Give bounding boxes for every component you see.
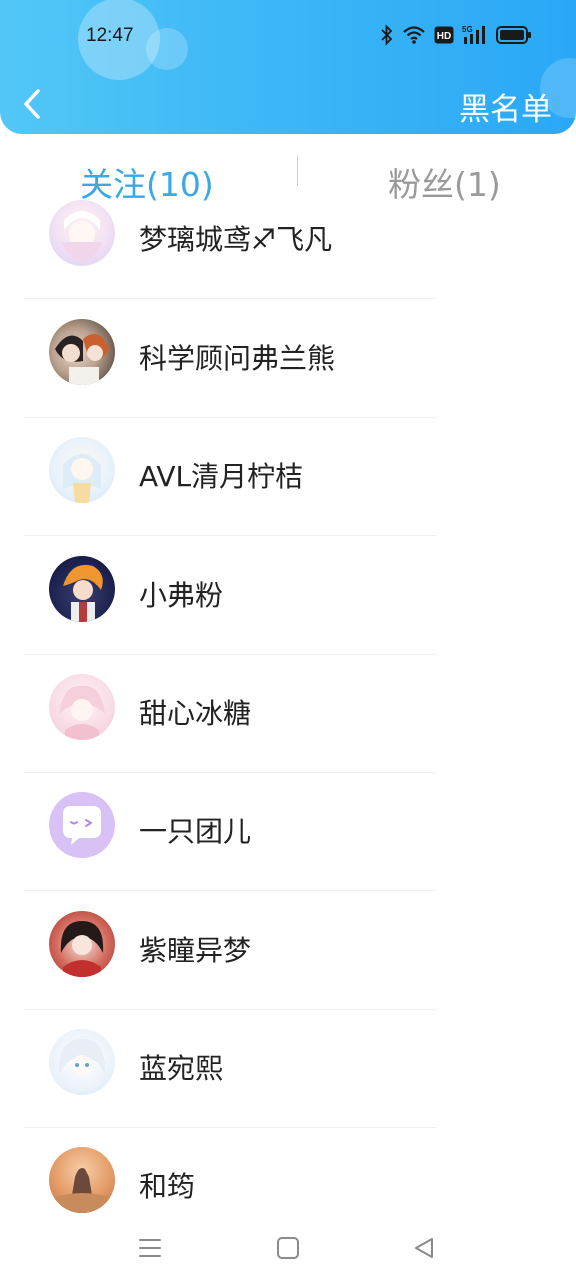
list-item[interactable]: 蓝宛熙 <box>0 1009 576 1128</box>
system-navbar <box>0 1216 576 1280</box>
avatar <box>49 1029 115 1095</box>
avatar <box>49 319 115 385</box>
avatar <box>49 792 115 858</box>
blacklist-button[interactable]: 黑名单 <box>459 84 552 129</box>
back-triangle-icon <box>415 1238 433 1258</box>
menu-button[interactable] <box>136 1234 164 1262</box>
battery-icon <box>496 26 531 44</box>
user-name: 一只团儿 <box>139 815 252 848</box>
5g-signal-icon: 5G <box>462 25 485 44</box>
list-item[interactable]: 科学顾问弗兰熊 <box>0 299 576 418</box>
avatar <box>49 437 115 503</box>
decor-bubble <box>146 28 188 70</box>
avatar <box>49 200 115 266</box>
user-name: 和筠 <box>139 1170 196 1203</box>
bluetooth-icon <box>381 24 393 46</box>
system-back-button[interactable] <box>410 1234 438 1262</box>
status-icons: HD 5G <box>380 24 532 46</box>
avatar <box>49 556 115 622</box>
user-name: 科学顾问弗兰熊 <box>139 342 336 375</box>
home-button[interactable] <box>274 1234 302 1262</box>
svg-text:HD: HD <box>437 31 451 42</box>
chevron-left-icon <box>24 89 40 119</box>
user-name: 小弗粉 <box>139 579 224 612</box>
list-item[interactable]: 梦璃城鸢♐飞凡 <box>0 180 576 299</box>
user-name: 甜心冰糖 <box>139 697 252 730</box>
avatar <box>49 911 115 977</box>
wifi-icon <box>403 26 425 44</box>
hd-icon: HD <box>434 26 454 44</box>
list-item[interactable]: 甜心冰糖 <box>0 654 576 773</box>
user-name: 紫瞳异梦 <box>139 934 252 967</box>
home-square-icon <box>277 1237 299 1259</box>
list-item[interactable]: 小弗粉 <box>0 536 576 655</box>
user-name: AVL清月柠桔 <box>139 460 304 493</box>
purple-chat-bubble-icon <box>63 806 101 845</box>
back-button[interactable] <box>18 86 48 122</box>
user-name: 梦璃城鸢♐飞凡 <box>139 223 333 256</box>
list-item[interactable]: 一只团儿 <box>0 772 576 891</box>
svg-text:5G: 5G <box>462 25 473 34</box>
status-time: 12:47 <box>86 25 134 46</box>
app-header: 12:47 HD 5G 黑名单 <box>0 0 576 134</box>
list-item[interactable]: AVL清月柠桔 <box>0 417 576 536</box>
list-item[interactable]: 紫瞳异梦 <box>0 891 576 1010</box>
avatar <box>49 1147 115 1213</box>
menu-icon <box>139 1239 161 1257</box>
avatar <box>49 674 115 740</box>
user-name: 蓝宛熙 <box>139 1052 224 1085</box>
